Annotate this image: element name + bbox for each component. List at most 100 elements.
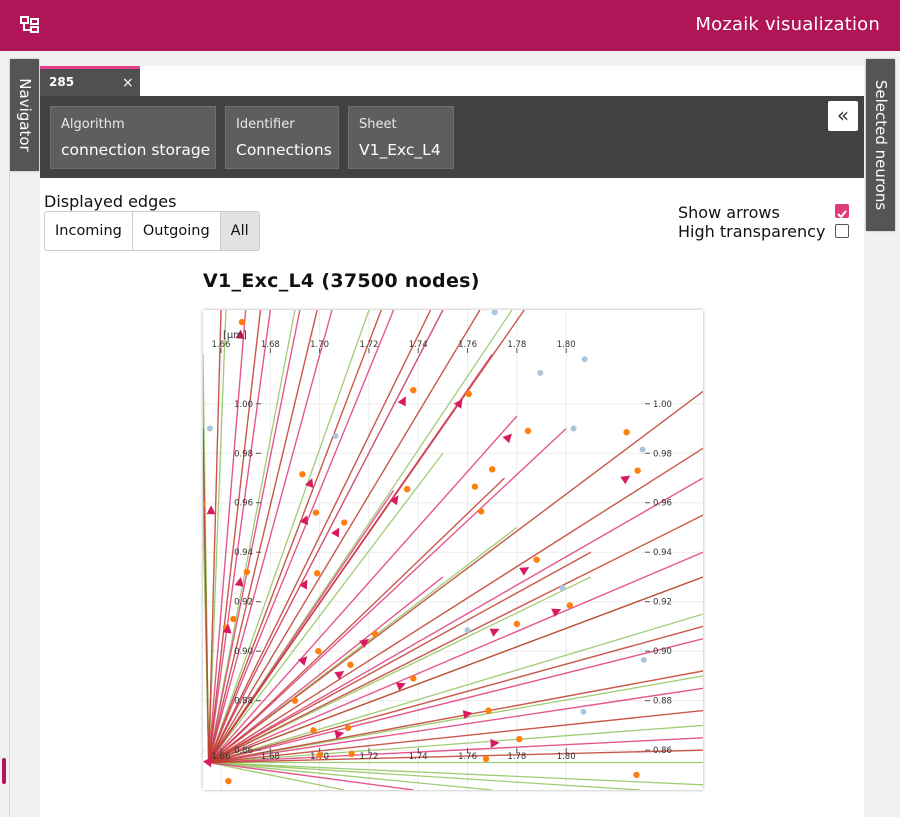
reciprocal-edge (208, 670, 703, 764)
faded-neuron-dot (206, 425, 213, 432)
y-tick-label-right: 0.94 (653, 548, 672, 558)
y-tick-label-left: 1.00 (234, 400, 253, 410)
x-tick-label-top: 1.74 (409, 340, 428, 350)
left-divider (9, 170, 10, 817)
neuron-dot (230, 615, 237, 623)
navigator-tab[interactable]: Navigator (10, 59, 39, 171)
neuron-dot (225, 777, 232, 785)
neuron-dot (633, 771, 640, 779)
neuron-dot (471, 483, 479, 490)
collapse-button[interactable]: « (828, 101, 858, 131)
y-tick-label-right: 0.88 (653, 697, 672, 707)
selected-neurons-tab-label: Selected neurons (871, 79, 890, 211)
faded-neuron-dot (537, 369, 544, 376)
left-resize-handle[interactable] (2, 758, 6, 784)
x-tick-label-top: 1.68 (261, 340, 280, 350)
arrowhead-icon (334, 670, 345, 680)
x-tick-label-bottom: 1.76 (458, 752, 477, 762)
neuron-dot (513, 620, 521, 628)
high-transparency-checkbox[interactable] (835, 224, 849, 238)
app-header: Mozaik visualization (0, 0, 900, 51)
panel-tab[interactable]: 285 × (40, 66, 140, 96)
neuron-dot (477, 508, 485, 515)
neuron-dot (315, 647, 322, 655)
y-tick-label-left: 0.94 (234, 548, 253, 558)
y-tick-label-right: 0.98 (653, 449, 672, 459)
plot-canvas[interactable]: 1.661.661.681.681.701.701.721.721.741.74… (203, 310, 703, 790)
sheet-card: Sheet V1_Exc_L4 (348, 106, 454, 169)
neuron-dot (524, 427, 532, 435)
y-tick-label-right: 0.86 (653, 746, 672, 756)
neuron-dot (341, 519, 348, 526)
x-tick-label-top: 1.72 (359, 340, 378, 350)
faded-neuron-dot (581, 356, 588, 363)
faded-neuron-dot (464, 627, 471, 634)
arrowhead-icon (620, 475, 631, 485)
neuron-dot (310, 727, 317, 734)
outgoing-button[interactable]: Outgoing (133, 212, 221, 250)
neuron-dot (403, 485, 411, 493)
neuron-dot (371, 630, 379, 638)
neuron-dot (623, 429, 630, 436)
incoming-edge (208, 761, 703, 786)
algorithm-card: Algorithm connection storage (50, 106, 216, 169)
faded-neuron-dot (559, 585, 566, 592)
all-button[interactable]: All (220, 212, 259, 250)
x-tick-label-top: 1.78 (507, 340, 526, 350)
y-tick-label-right: 0.90 (653, 647, 672, 657)
neuron-dot (482, 755, 490, 763)
neuron-dot (485, 707, 492, 714)
neuron-dot (291, 697, 299, 704)
arrowhead-icon (502, 433, 512, 444)
y-tick-label-left: 0.98 (234, 449, 253, 459)
neuron-dot (347, 661, 354, 669)
close-icon[interactable]: × (122, 76, 134, 90)
identifier-value: Connections (236, 141, 332, 159)
faded-neuron-dot (639, 446, 646, 453)
sheet-label: Sheet (359, 117, 397, 132)
info-bar: Algorithm connection storage Identifier … (40, 96, 864, 178)
arrowhead-icon (234, 576, 244, 587)
neuron-dot (344, 724, 352, 732)
reciprocal-edge (208, 477, 506, 764)
x-tick-label-bottom: 1.74 (409, 752, 428, 762)
navigator-tab-label: Navigator (15, 78, 34, 152)
connectivity-plot[interactable]: 1.661.661.681.681.701.701.721.721.741.74… (203, 310, 703, 790)
outgoing-edge (208, 415, 518, 764)
y-tick-label-right: 0.92 (653, 598, 672, 608)
x-tick-label-bottom: 1.80 (557, 752, 576, 762)
y-tick-label-right: 1.00 (653, 400, 672, 410)
neuron-dot (312, 509, 320, 516)
y-tick-label-right: 0.96 (653, 499, 672, 509)
y-tick-label-left: 0.86 (234, 746, 253, 756)
algorithm-label: Algorithm (61, 117, 125, 132)
faded-neuron-dot (491, 310, 498, 316)
high-transparency-label: High transparency (678, 222, 826, 241)
neuron-dot (299, 471, 306, 478)
neuron-dot (410, 386, 417, 394)
panel-tab-id: 285 (49, 75, 75, 89)
x-tick-label-top: 1.80 (557, 340, 576, 350)
app-title: Mozaik visualization (695, 14, 880, 35)
incoming-edge (208, 761, 493, 790)
reciprocal-edge (208, 709, 703, 764)
displayed-edges-label: Displayed edges (44, 192, 177, 211)
arrowhead-icon (203, 757, 212, 768)
incoming-edge (208, 576, 592, 764)
y-tick-label-left: 0.96 (234, 499, 253, 509)
identifier-card: Identifier Connections (225, 106, 339, 169)
arrowhead-icon (331, 527, 340, 538)
selected-neurons-tab[interactable]: Selected neurons (866, 59, 895, 231)
neuron-dot (238, 318, 246, 326)
show-arrows-checkbox[interactable] (835, 204, 849, 219)
neuron-dot (243, 568, 251, 576)
arrowhead-icon (206, 505, 216, 515)
x-tick-label-bottom: 1.78 (507, 752, 526, 762)
x-tick-label-bottom: 1.72 (359, 752, 378, 762)
neuron-dot (316, 751, 323, 759)
sitemap-icon[interactable] (20, 16, 40, 34)
incoming-button[interactable]: Incoming (45, 212, 133, 250)
x-tick-label-top: 1.70 (310, 340, 329, 350)
x-tick-label-bottom: 1.68 (261, 752, 280, 762)
reciprocal-edge (208, 390, 703, 764)
